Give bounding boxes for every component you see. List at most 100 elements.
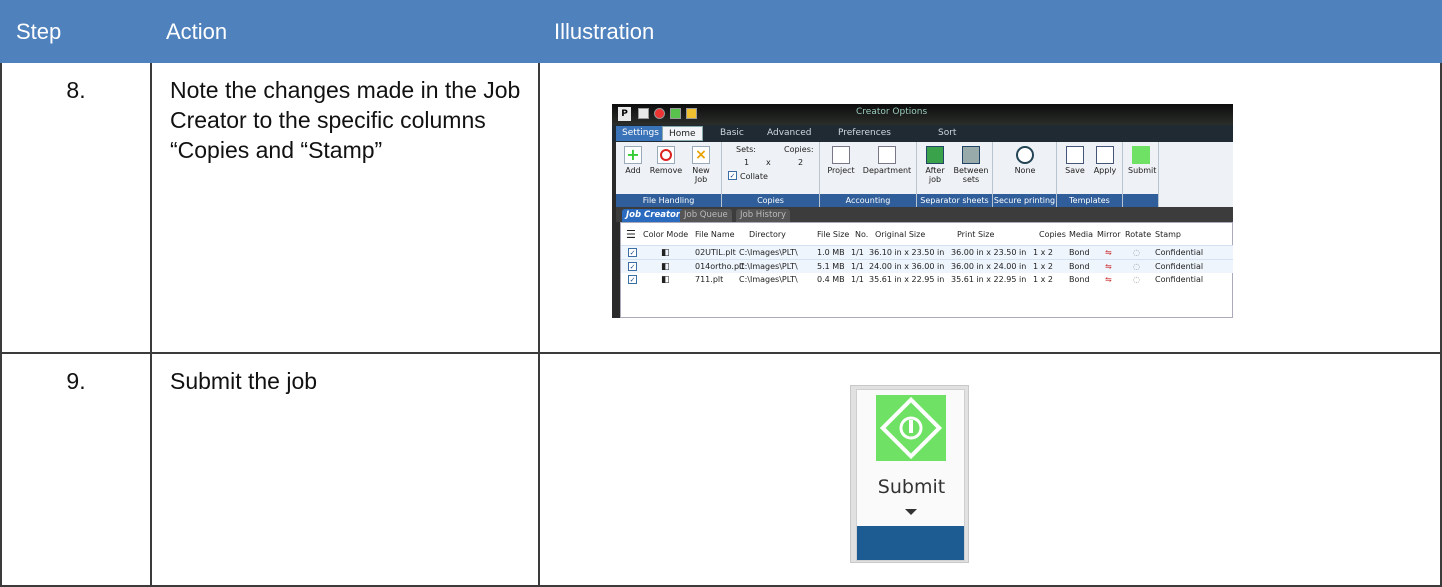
save-template-button[interactable]: Save [1063,146,1087,175]
action-cell: Note the changes made in the Job Creator… [150,63,538,354]
col-mirror[interactable]: Mirror [1097,228,1121,242]
color-mode-icon: ◧ [661,275,670,285]
department-button[interactable]: Department [862,146,912,175]
copies-stepper[interactable]: 2 [798,158,803,167]
group-submit: Submit [1123,142,1159,207]
cell-original-size: 35.61 in x 22.95 in [869,275,945,284]
column-chooser-icon[interactable]: ☰ [626,228,636,242]
new-job-quick-icon[interactable] [686,108,697,119]
cell-file-size: 0.4 MB [817,275,845,284]
sets-stepper[interactable]: 1 [744,158,749,167]
table-row[interactable]: ✓ ◧ 014ortho.plt C:\Images\PLT\ 5.1 MB 1… [621,259,1233,273]
rotate-icon: ◌ [1133,275,1140,284]
project-button[interactable]: Project [824,146,858,175]
apply-icon [1096,146,1114,164]
group-label [1123,194,1158,207]
group-accounting: Project Department Accounting [820,142,917,207]
illustration-cell [538,354,1442,587]
copies-label: Copies: [784,145,814,154]
cell-number: 1/1 [851,248,864,257]
color-mode-icon: ◧ [661,262,670,272]
col-rotate[interactable]: Rotate [1125,228,1151,242]
col-directory[interactable]: Directory [749,228,786,242]
mirror-icon: ⇋ [1105,262,1112,271]
group-file-handling: + Add Remove × New Job File Handling [616,142,722,207]
submit-quick-icon[interactable] [670,108,681,119]
submit-ribbon-button[interactable]: Submit [1128,146,1156,175]
after-job-icon [926,146,944,164]
tab-preferences[interactable]: Preferences [832,126,897,141]
cell-directory: C:\Images\PLT\ [739,275,798,284]
table-row[interactable]: ✓ ◧ 711.plt C:\Images\PLT\ 0.4 MB 1/1 35… [621,273,1233,287]
group-label: Copies [722,194,819,207]
tab-sort[interactable]: Sort [932,126,962,141]
view-tabs: Job Creator Job Queue Job History [616,207,1233,222]
row-checkbox[interactable]: ✓ [628,262,637,271]
tab-basic[interactable]: Basic [714,126,750,141]
action-cell: Submit the job [150,354,538,587]
row-checkbox[interactable]: ✓ [628,275,637,284]
submit-button[interactable]: Submit [856,389,965,561]
cell-copies: 1 x 2 [1033,248,1053,257]
remove-button[interactable]: Remove [648,146,684,175]
action-text: Submit the job [170,368,318,394]
cell-media: Bond [1069,275,1090,284]
tab-advanced[interactable]: Advanced [761,126,817,141]
header-illustration: Illustration [538,0,1442,63]
col-original-size[interactable]: Original Size [875,228,925,242]
rotate-icon: ◌ [1133,262,1140,271]
remove-icon[interactable] [654,108,665,119]
col-file-size[interactable]: File Size [817,228,849,242]
job-grid: ☰ Color Mode File Name Directory File Si… [620,222,1233,318]
col-stamp[interactable]: Stamp [1155,228,1181,242]
collate-label: Collate [740,172,768,181]
group-label: Secure printing [993,194,1056,207]
title-bar: P Creator Options [612,104,1233,125]
cell-stamp: Confidential [1155,248,1204,257]
group-secure-printing: None Secure printing [993,142,1057,207]
apply-template-button[interactable]: Apply [1091,146,1119,175]
step-number: 9. [66,368,86,394]
after-job-button[interactable]: After job [921,146,949,184]
action-text: Note the changes made in the Job Creator… [170,77,521,163]
tab-settings[interactable]: Settings [616,126,665,141]
row-checkbox[interactable]: ✓ [628,248,637,257]
between-sets-button[interactable]: Between sets [953,146,989,184]
group-templates: Save Apply Templates [1057,142,1123,207]
cell-directory: C:\Images\PLT\ [739,262,798,271]
group-label: File Handling [616,194,721,207]
col-number[interactable]: No. [855,228,868,242]
table-row[interactable]: ✓ ◧ 02UTIL.plt C:\Images\PLT\ 1.0 MB 1/1… [621,245,1233,259]
tab-job-queue[interactable]: Job Queue [680,209,732,222]
grid-header: ☰ Color Mode File Name Directory File Si… [621,228,1233,242]
none-dropdown[interactable]: None [1007,146,1043,175]
cell-print-size: 36.00 in x 24.00 in [951,262,1027,271]
mirror-icon: ⇋ [1105,248,1112,257]
add-icon: + [624,146,642,164]
col-copies[interactable]: Copies [1039,228,1066,242]
chevron-down-icon[interactable] [905,509,917,515]
collate-checkbox[interactable]: ✓ [728,171,737,180]
col-media[interactable]: Media [1069,228,1093,242]
cell-copies: 1 x 2 [1033,262,1053,271]
col-color-mode[interactable]: Color Mode [643,228,688,242]
group-copies: Sets: Copies: 1 x 2 ✓ Collate Copies [722,142,820,207]
col-file-name[interactable]: File Name [695,228,735,242]
job-creator-screenshot: P Creator Options Settings Home Basic Ad… [612,104,1233,318]
tab-job-history[interactable]: Job History [736,209,791,222]
add-button[interactable]: + Add [620,146,646,175]
group-footer-bar [857,526,964,560]
new-doc-icon[interactable] [638,108,649,119]
tab-job-creator[interactable]: Job Creator [622,209,685,222]
cell-copies: 1 x 2 [1033,275,1053,284]
new-job-button[interactable]: × New Job [686,146,716,184]
col-print-size[interactable]: Print Size [957,228,994,242]
cell-directory: C:\Images\PLT\ [739,248,798,257]
header-action: Action [150,0,538,63]
tab-home[interactable]: Home [662,126,703,141]
times-sign: x [766,158,771,167]
cell-number: 1/1 [851,275,864,284]
cell-stamp: Confidential [1155,275,1204,284]
cell-media: Bond [1069,262,1090,271]
save-icon [1066,146,1084,164]
